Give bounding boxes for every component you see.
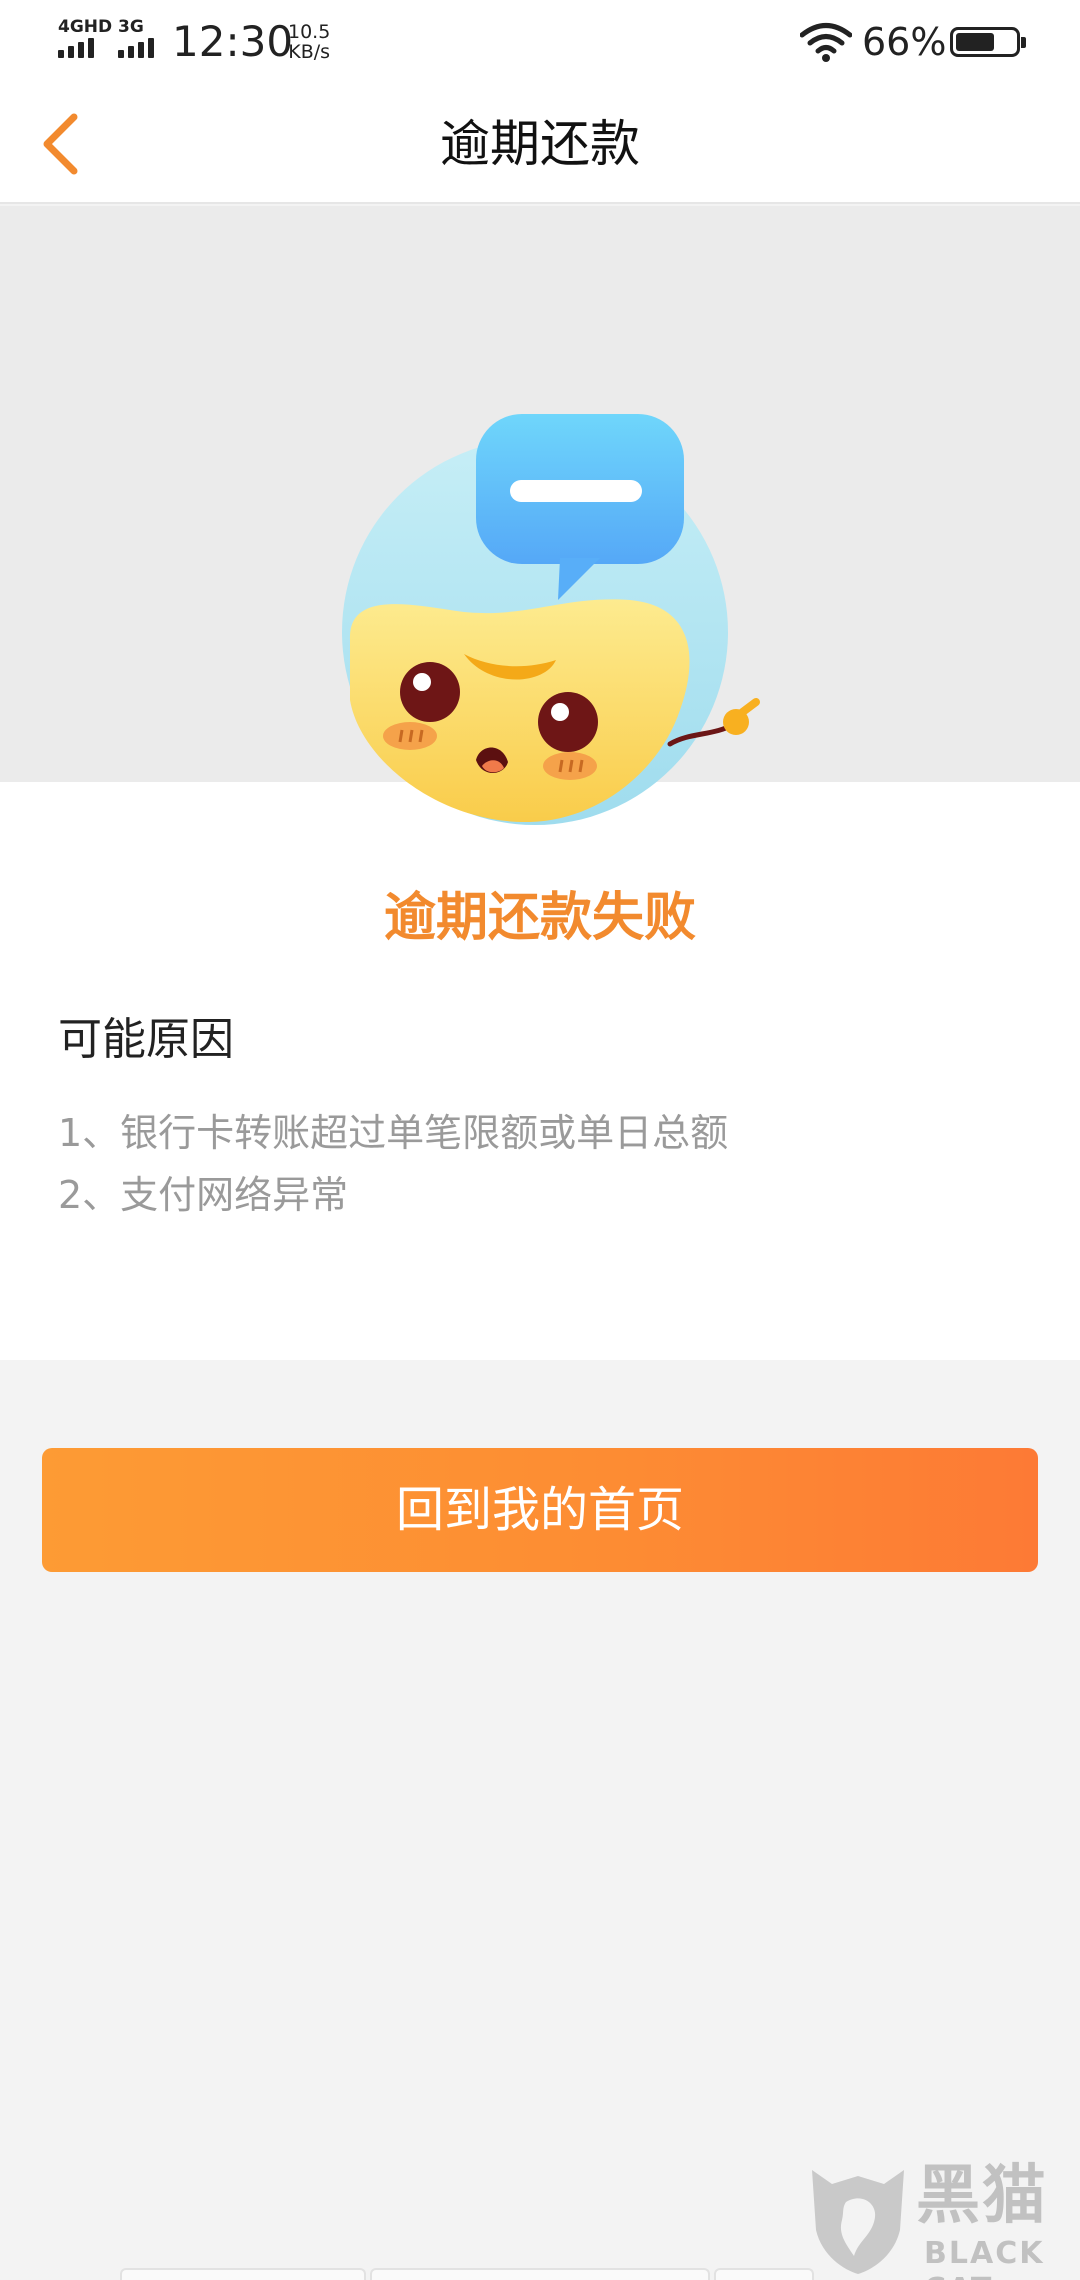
network-speed: 10.5 KB/s — [288, 22, 330, 62]
wifi-icon — [800, 23, 852, 62]
bottom-bar-tab — [120, 2268, 366, 2280]
reasons-list: 1、银行卡转账超过单笔限额或单日总额 2、支付网络异常 — [58, 1102, 728, 1226]
result-title: 逾期还款失败 — [383, 888, 696, 948]
list-item: 2、支付网络异常 — [58, 1173, 349, 1217]
battery-icon — [950, 27, 1026, 57]
watermark-text: BLACK CAT — [924, 2236, 1045, 2280]
bottom-bar-tab — [714, 2268, 814, 2280]
clock: 12:30 — [172, 17, 294, 66]
list-item: 1、银行卡转账超过单笔限额或单日总额 — [58, 1111, 729, 1155]
network-speed-unit: KB/s — [288, 41, 331, 63]
signal-icon: 3G — [118, 18, 154, 58]
bottom-bar-tab — [370, 2268, 710, 2280]
network-type-label: 3G — [118, 17, 144, 37]
watermark-text: 黑猫 — [916, 2159, 1048, 2233]
result-card — [0, 782, 1080, 1360]
mascot-with-minus-bubble-icon — [342, 414, 760, 825]
network-type-label: 4GHD — [58, 17, 113, 37]
page-title: 逾期还款 — [440, 115, 640, 173]
battery-percent: 66% — [862, 20, 947, 64]
network-speed-value: 10.5 — [288, 21, 331, 43]
signal-icon: 4GHD — [58, 18, 112, 58]
nav-bar: 逾期还款 — [0, 84, 1080, 204]
status-bar: 4GHD 3G 12:30 10.5 KB/s 66% — [0, 0, 1080, 84]
black-cat-logo-icon — [812, 2170, 904, 2274]
reasons-heading: 可能原因 — [58, 1014, 234, 1065]
back-to-home-button[interactable]: 回到我的首页 — [42, 1448, 1038, 1572]
watermark: 黑猫 BLACK CAT — [808, 2160, 1080, 2280]
